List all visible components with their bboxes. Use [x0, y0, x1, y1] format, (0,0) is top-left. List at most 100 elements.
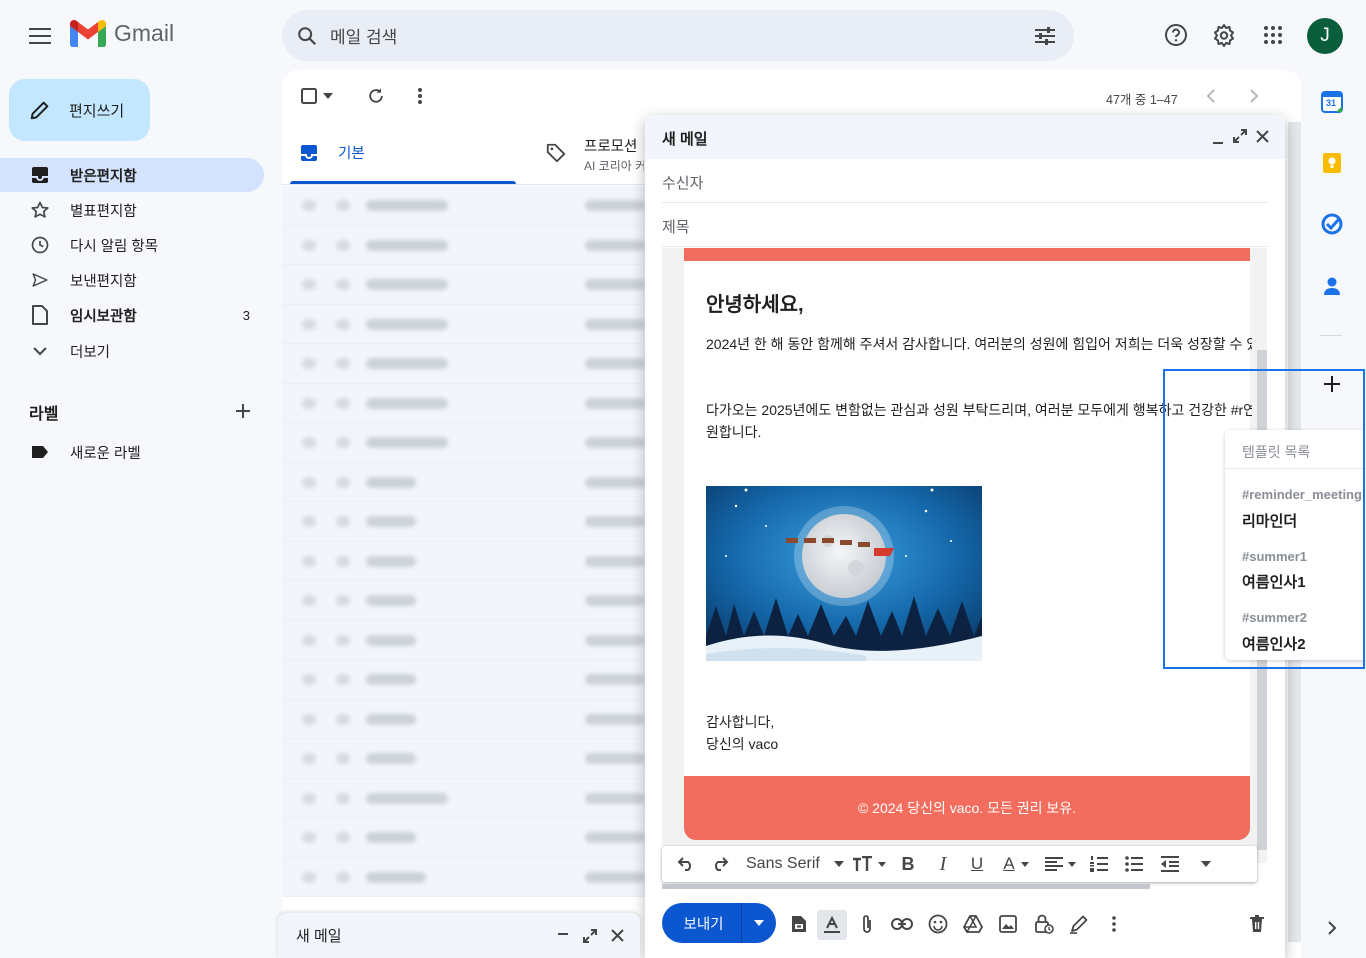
tasks-icon[interactable]	[1316, 208, 1348, 240]
more-formatting-icon[interactable]	[1188, 846, 1224, 882]
font-select[interactable]: Sans Serif	[738, 846, 848, 882]
table-row[interactable]	[282, 620, 647, 660]
sidebar-item-sent[interactable]: 보낸편지함	[0, 263, 264, 297]
divider	[282, 184, 647, 185]
text-color-icon[interactable]: A	[994, 846, 1038, 882]
prev-page-icon[interactable]	[1204, 88, 1218, 104]
add-label-button[interactable]	[232, 400, 254, 422]
emoji-icon[interactable]	[924, 910, 952, 938]
tab-promotions[interactable]	[545, 142, 567, 164]
expand-panel-icon[interactable]	[1316, 912, 1348, 944]
calendar-icon[interactable]: 31	[1316, 86, 1348, 118]
table-row[interactable]	[282, 225, 647, 265]
mini-compose-title: 새 메일	[296, 928, 342, 945]
signature-pen-icon[interactable]	[1065, 910, 1093, 938]
confidential-lock-icon[interactable]	[1030, 910, 1058, 938]
apps-grid-icon[interactable]	[1253, 15, 1293, 55]
gmail-logo[interactable]: Gmail	[70, 20, 174, 47]
sidebar-item-inbox[interactable]: 받은편지함	[0, 158, 264, 192]
table-row[interactable]	[282, 265, 647, 305]
template-doc-icon[interactable]	[785, 910, 813, 938]
fullscreen-icon[interactable]	[1233, 129, 1247, 143]
keep-icon[interactable]	[1316, 147, 1348, 179]
send-button[interactable]: 보내기	[662, 903, 776, 943]
formatting-options-icon[interactable]	[817, 910, 847, 940]
drive-icon[interactable]	[959, 910, 987, 938]
send-options-icon[interactable]	[742, 920, 776, 926]
pagination-text: 47개 중 1–47	[1106, 93, 1178, 107]
highlight-box	[1163, 369, 1365, 669]
account-avatar[interactable]: J	[1307, 18, 1343, 54]
table-row[interactable]	[282, 462, 647, 502]
sidebar-item-label: 받은편지함	[70, 168, 137, 185]
select-all-checkbox[interactable]	[301, 88, 333, 104]
sidebar-item-drafts[interactable]: 임시보관함 3	[0, 298, 264, 332]
bullet-list-icon[interactable]	[1116, 846, 1152, 882]
table-row[interactable]	[282, 186, 647, 226]
labels-heading: 라벨	[29, 406, 59, 423]
more-vert-icon[interactable]	[412, 86, 428, 106]
inbox-icon	[301, 144, 317, 161]
hamburger-icon	[29, 28, 51, 44]
tab-primary[interactable]: 기본	[300, 142, 365, 163]
table-row[interactable]	[282, 818, 647, 858]
contacts-icon[interactable]	[1316, 270, 1348, 302]
email-footer: © 2024 당신의 vaco. 모든 권리 보유.	[684, 776, 1250, 840]
divider	[662, 202, 1267, 203]
search-input[interactable]: 메일 검색	[330, 23, 1034, 48]
table-row[interactable]	[282, 857, 647, 897]
align-icon[interactable]	[1038, 846, 1082, 882]
minimize-icon[interactable]	[1212, 133, 1224, 145]
close-icon[interactable]	[1256, 130, 1269, 143]
horizontal-scrollbar[interactable]	[662, 884, 1150, 889]
subject-field[interactable]: 제목	[662, 216, 690, 237]
compose-button[interactable]: 편지쓰기	[9, 79, 150, 141]
table-row[interactable]	[282, 581, 647, 621]
to-field[interactable]: 수신자	[662, 172, 703, 193]
help-icon[interactable]	[1156, 15, 1196, 55]
numbered-list-icon[interactable]	[1082, 846, 1116, 882]
sidebar-label-item[interactable]: 새로운 라벨	[0, 435, 264, 469]
fullscreen-icon[interactable]	[583, 928, 597, 943]
settings-gear-icon[interactable]	[1204, 15, 1244, 55]
underline-icon[interactable]: U	[960, 846, 994, 882]
table-row[interactable]	[282, 383, 647, 423]
compose-header[interactable]	[645, 115, 1285, 159]
undo-icon[interactable]	[670, 846, 702, 882]
sidebar-item-more[interactable]: 더보기	[0, 334, 264, 368]
table-row[interactable]	[282, 541, 647, 581]
table-row[interactable]	[282, 304, 647, 344]
sidebar-item-starred[interactable]: 별표편지함	[0, 193, 264, 227]
photo-icon[interactable]	[994, 910, 1022, 938]
table-row[interactable]	[282, 660, 647, 700]
table-row[interactable]	[282, 778, 647, 818]
link-icon[interactable]	[888, 910, 916, 938]
minimize-icon[interactable]	[557, 930, 569, 942]
next-page-icon[interactable]	[1247, 88, 1261, 104]
table-row[interactable]	[282, 502, 647, 542]
footer-text: © 2024 당신의 vaco. 모든 권리 보유.	[857, 800, 1077, 816]
table-row[interactable]	[282, 423, 647, 463]
search-icon[interactable]	[296, 25, 318, 47]
discard-trash-icon[interactable]	[1243, 910, 1271, 938]
table-row[interactable]	[282, 739, 647, 779]
italic-icon[interactable]: I	[926, 846, 960, 882]
text-size-icon[interactable]	[848, 846, 890, 882]
sidebar-item-label: 보낸편지함	[70, 273, 137, 290]
tag-icon	[546, 143, 566, 163]
sidebar-item-snoozed[interactable]: 다시 알림 항목	[0, 228, 264, 262]
search-bar[interactable]: 메일 검색	[282, 10, 1074, 61]
refresh-icon[interactable]	[366, 86, 386, 106]
redo-icon[interactable]	[702, 846, 738, 882]
bold-icon[interactable]: B	[890, 846, 926, 882]
main-menu-button[interactable]	[20, 16, 60, 56]
caret-down-icon	[833, 861, 844, 867]
attach-icon[interactable]	[853, 910, 881, 938]
table-row[interactable]	[282, 344, 647, 384]
close-icon[interactable]	[611, 929, 624, 942]
indent-less-icon[interactable]	[1152, 846, 1188, 882]
minimized-compose-window[interactable]: 새 메일	[278, 913, 640, 958]
more-options-icon[interactable]	[1100, 910, 1128, 938]
search-options-icon[interactable]	[1034, 26, 1056, 46]
table-row[interactable]	[282, 699, 647, 739]
